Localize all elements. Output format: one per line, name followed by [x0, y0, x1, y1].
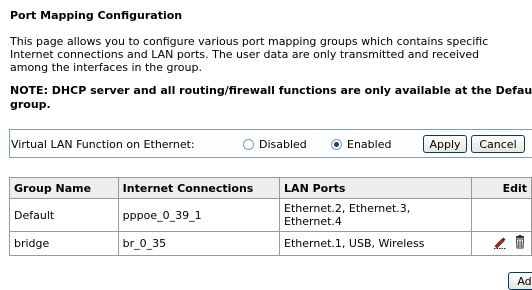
cell-edit: [471, 198, 532, 232]
cell-edit: [471, 231, 532, 256]
radio-label: Disabled: [259, 138, 307, 151]
add-button[interactable]: Add: [508, 272, 532, 290]
edit-icon[interactable]: [493, 235, 507, 249]
cell-group-name: Default: [9, 198, 119, 232]
cell-lan-ports: Ethernet.1, USB, Wireless: [279, 231, 473, 256]
edit-icons: [493, 235, 527, 249]
cell-internet-connections: pppoe_0_39_1: [117, 198, 281, 232]
lan-ports-line: Ethernet.2, Ethernet.3,: [284, 202, 411, 215]
radio-label: Enabled: [347, 138, 392, 151]
header-lan-ports: LAN Ports: [279, 177, 473, 199]
vlan-disabled-radio[interactable]: Disabled: [243, 138, 307, 151]
vlan-label: Virtual LAN Function on Ethernet:: [11, 138, 195, 151]
lan-ports-line: Ethernet.4: [284, 215, 342, 228]
page-description: This page allows you to configure variou…: [10, 35, 525, 74]
header-group-name: Group Name: [9, 177, 119, 199]
table-row: Default pppoe_0_39_1 Ethernet.2, Etherne…: [9, 198, 532, 232]
header-internet-connections: Internet Connections: [117, 177, 281, 199]
vlan-enabled-radio[interactable]: Enabled: [331, 138, 391, 151]
note-line: group.: [10, 98, 51, 111]
page-title: Port Mapping Configuration: [10, 9, 183, 22]
delete-icon[interactable]: [513, 235, 527, 249]
radio-circle[interactable]: [243, 139, 254, 150]
apply-button[interactable]: Apply: [423, 135, 467, 153]
table-row: bridge br_0_35 Ethernet.1, USB, Wireless: [9, 231, 532, 256]
cell-lan-ports: Ethernet.2, Ethernet.3, Ethernet.4: [279, 198, 473, 232]
description-line: Internet connections and LAN ports. The …: [10, 48, 480, 61]
header-edit: Edit: [471, 177, 532, 199]
port-mapping-table: Group Name Internet Connections LAN Port…: [9, 177, 532, 256]
description-line: This page allows you to configure variou…: [10, 35, 489, 48]
cell-internet-connections: br_0_35: [117, 231, 281, 256]
table-header-row: Group Name Internet Connections LAN Port…: [9, 177, 532, 199]
description-line: among the interfaces in the group.: [10, 61, 202, 74]
note-line: NOTE: DHCP server and all routing/firewa…: [10, 84, 532, 97]
cancel-button[interactable]: Cancel: [471, 135, 525, 153]
page-note: NOTE: DHCP server and all routing/firewa…: [10, 84, 532, 112]
radio-circle-checked[interactable]: [331, 139, 342, 150]
lan-ports-line: Ethernet.1, USB, Wireless: [284, 237, 425, 250]
cell-group-name: bridge: [9, 231, 119, 256]
vlan-panel: Virtual LAN Function on Ethernet: Disabl…: [9, 129, 532, 158]
